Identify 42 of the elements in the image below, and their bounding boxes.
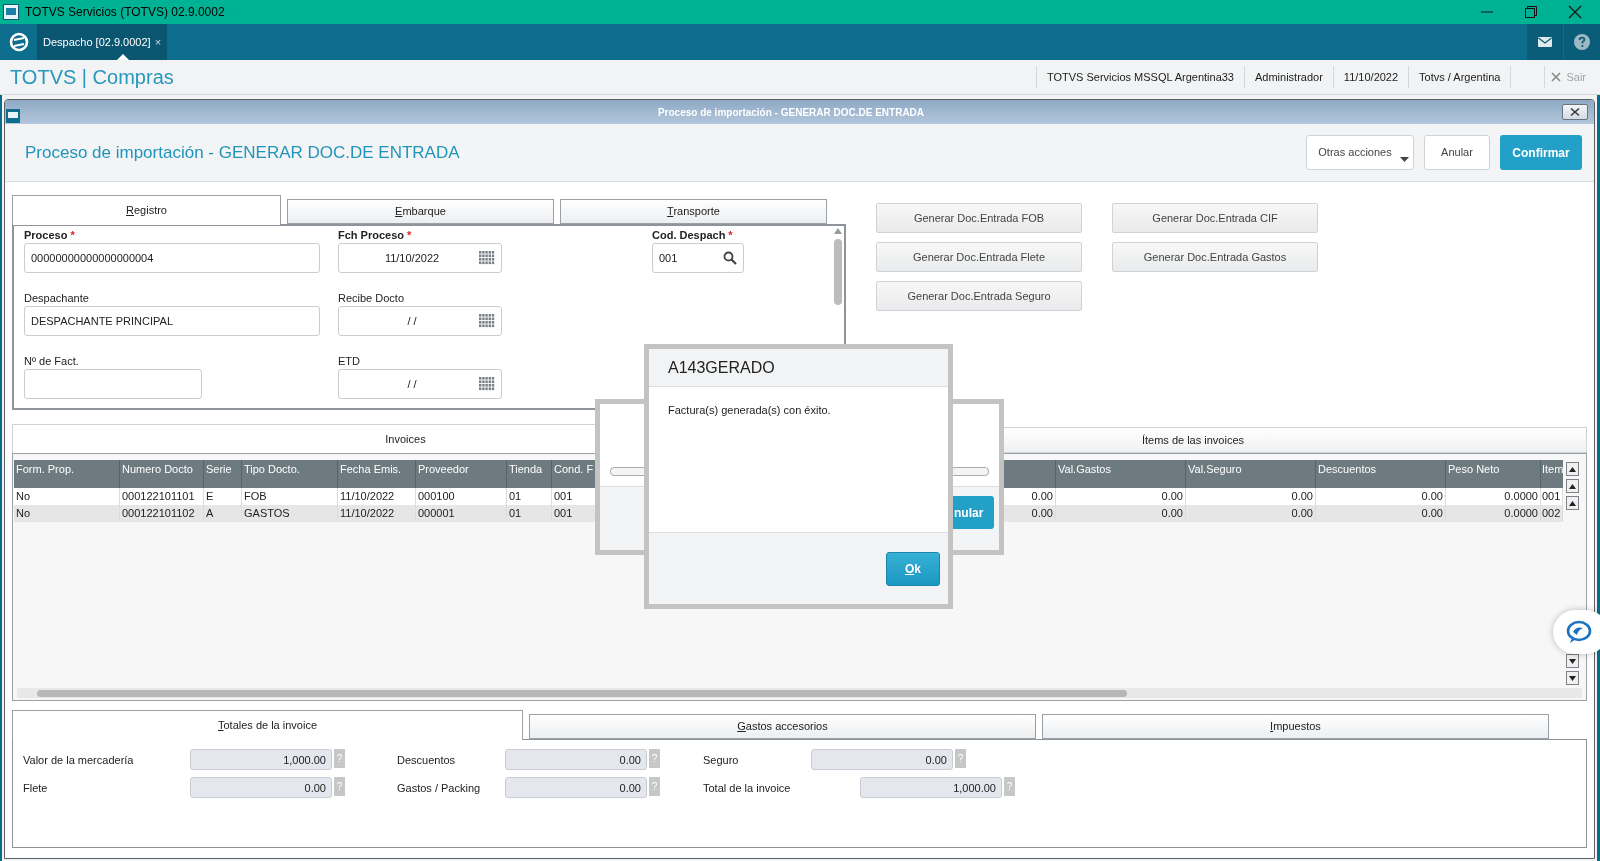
readonly-field: 1,000.00 — [190, 749, 332, 770]
table-cell: 11/10/2022 — [338, 505, 416, 522]
readonly-field: 0.00 — [505, 777, 647, 798]
table-cell: 000122101102 — [120, 505, 204, 522]
table-cell: 0.00 — [1056, 505, 1186, 522]
field-label: Proceso * — [24, 229, 76, 242]
table-cell: GASTOS — [242, 505, 338, 522]
header-info: TOTVS Servicios MSSQL Argentina33 — [1035, 66, 1244, 88]
table-cell: 000001 — [416, 505, 507, 522]
table-cell: A — [204, 505, 242, 522]
readonly-field: 0.00 — [811, 749, 953, 770]
header-info: 11/10/2022 — [1332, 66, 1409, 88]
field-label: Fch Proceso * — [338, 229, 413, 242]
dialog-message: Factura(s) generada(s) con éxito. — [668, 404, 831, 416]
readonly-field: 0.00 — [190, 777, 332, 798]
field-label: Nº de Fact. — [24, 355, 80, 368]
field-label: Total de la invoice — [703, 781, 792, 796]
dialog-heading: A143GERADO — [668, 357, 775, 378]
table-cell: 0.0000 — [1446, 505, 1541, 522]
header-info: Administrador — [1244, 66, 1333, 88]
field-label: Despachante — [24, 292, 90, 305]
field-label: Valor de la mercadería — [23, 753, 135, 768]
header-info: Totvs / Argentina — [1408, 66, 1511, 88]
table-cell: 0.00 — [1316, 505, 1446, 522]
field-label: Cod. Despach * — [652, 229, 734, 242]
table-cell: 01 — [507, 505, 552, 522]
window-title: TOTVS Servicios (TOTVS) 02.9.0002 — [25, 4, 225, 21]
table-cell: 0.00 — [1186, 505, 1316, 522]
field-label: Descuentos — [397, 753, 457, 768]
field-label: ETD — [338, 355, 361, 368]
brand-title: TOTVS | Compras — [10, 65, 174, 90]
field-label: Recibe Docto — [338, 292, 406, 305]
readonly-field: 1,000.00 — [860, 777, 1002, 798]
field-label: Gastos / Packing — [397, 781, 482, 796]
page-title: Proceso de importación - GENERAR DOC.DE ENTRADA — [25, 141, 460, 164]
table-cell: 0.00 — [1008, 505, 1056, 522]
dialog-title: Proceso de importación - GENERAR DOC.DE ENTRADA — [656, 105, 926, 120]
readonly-field: 0.00 — [505, 749, 647, 770]
field-label: Seguro — [703, 753, 740, 768]
table-cell: No — [14, 505, 120, 522]
table-cell: 002 — [1541, 505, 1563, 522]
field-label: Flete — [23, 781, 49, 796]
